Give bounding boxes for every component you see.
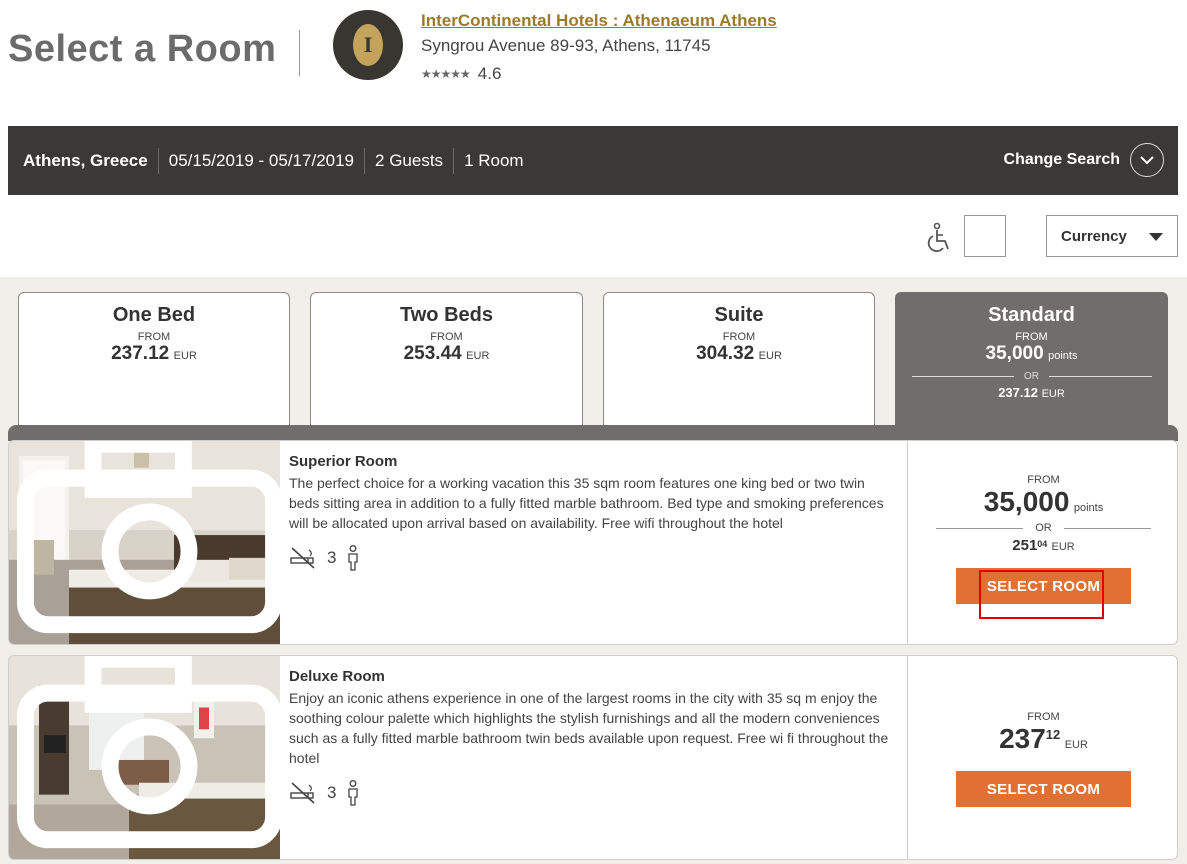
hotel-rating: ★★★★★ 4.6 [421, 64, 501, 84]
star-rating-icon: ★★★★★ [421, 67, 471, 81]
currency-select[interactable]: Currency [1046, 215, 1178, 257]
tab-bar-strip [8, 425, 1178, 441]
rating-score: 4.6 [477, 64, 502, 83]
person-icon [348, 780, 359, 806]
room-occupancy: 3 [327, 548, 337, 567]
room-cash-price: 25104 EUR [1012, 537, 1075, 554]
tab-two-beds[interactable]: Two Beds FROM 253.44 EUR [310, 292, 583, 426]
person-icon [348, 545, 359, 571]
no-smoking-icon [290, 782, 315, 804]
chevron-down-icon [1130, 143, 1164, 177]
room-points-price: 35,000 [983, 486, 1070, 517]
wheelchair-icon [927, 222, 949, 252]
camera-icon [16, 656, 283, 849]
camera-icon [16, 441, 283, 634]
accessible-rooms-checkbox[interactable] [964, 215, 1006, 257]
room-price-panel: FROM 35,000 points OR 25104 EUR SELECT R… [907, 441, 1177, 644]
hotel-name-link[interactable]: InterContinental Hotels : Athenaeum Athe… [421, 11, 777, 31]
room-photo[interactable] [9, 656, 283, 859]
room-cash-price: 23712 EUR [999, 723, 1088, 754]
caret-down-icon [1149, 233, 1163, 241]
room-title: Deluxe Room [289, 668, 385, 685]
search-dates: 05/15/2019 - 05/17/2019 [157, 147, 364, 174]
room-card-superior: Superior Room The perfect choice for a w… [8, 440, 1178, 645]
select-room-button[interactable]: SELECT ROOM [956, 771, 1131, 807]
room-occupancy: 3 [327, 783, 337, 802]
room-photo[interactable] [9, 441, 283, 644]
change-search-button[interactable]: Change Search [1004, 143, 1164, 177]
room-amenities: 3 [289, 545, 889, 571]
select-room-button[interactable]: SELECT ROOM [956, 568, 1131, 604]
room-title: Superior Room [289, 453, 398, 470]
room-description: The perfect choice for a working vacatio… [289, 475, 884, 531]
room-amenities: 3 [289, 780, 889, 806]
search-location: Athens, Greece [23, 150, 148, 170]
search-summary-bar: Athens, Greece 05/15/2019 - 05/17/2019 2… [8, 126, 1178, 195]
change-search-label: Change Search [1003, 151, 1120, 168]
room-card-deluxe: Deluxe Room Enjoy an iconic athens exper… [8, 655, 1178, 860]
hotel-address: Syngrou Avenue 89-93, Athens, 11745 [421, 36, 711, 55]
page-title: Select a Room [8, 28, 277, 70]
hotel-logo: I [333, 10, 403, 80]
title-divider [299, 30, 300, 76]
tab-standard[interactable]: Standard FROM 35,000 points OR 237.12 EU… [895, 292, 1168, 426]
tab-one-bed[interactable]: One Bed FROM 237.12 EUR [18, 292, 290, 426]
currency-label: Currency [1061, 227, 1127, 245]
tab-suite[interactable]: Suite FROM 304.32 EUR [603, 292, 875, 426]
search-rooms: 1 Room [453, 147, 534, 174]
no-smoking-icon [290, 547, 315, 569]
search-guests: 2 Guests [364, 147, 453, 174]
room-description: Enjoy an iconic athens experience in one… [289, 690, 889, 766]
room-price-panel: FROM 23712 EUR SELECT ROOM [907, 656, 1177, 859]
